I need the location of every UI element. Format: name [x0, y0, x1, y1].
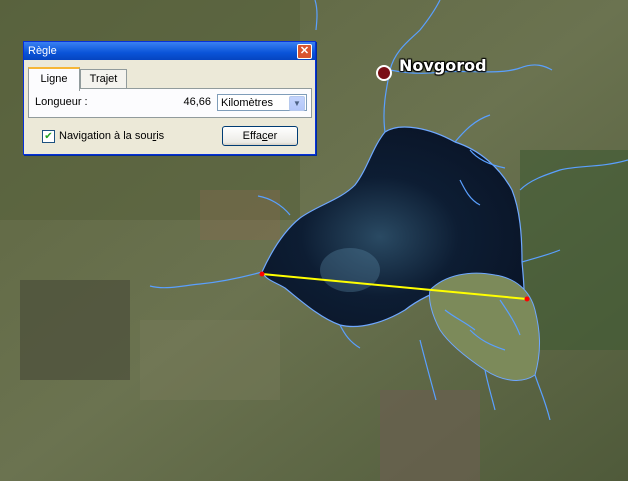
- lake-haze: [320, 248, 380, 292]
- chevron-down-icon[interactable]: ▼: [289, 96, 305, 111]
- unit-select-value: Kilomètres: [221, 97, 273, 109]
- length-label: Longueur :: [35, 96, 88, 108]
- terrain-patch: [140, 320, 280, 400]
- ruler-start-point[interactable]: [259, 271, 265, 277]
- unit-select[interactable]: Kilomètres ▼: [217, 94, 307, 111]
- tab-trajet[interactable]: Trajet: [80, 69, 127, 89]
- close-icon[interactable]: ✕: [297, 44, 312, 59]
- terrain-patch: [380, 390, 480, 481]
- length-value: 46,66: [183, 96, 211, 108]
- tab-ligne[interactable]: Ligne: [28, 67, 80, 91]
- mouse-navigation-checkbox[interactable]: ✔: [42, 130, 55, 143]
- check-icon: ✔: [44, 131, 53, 142]
- terrain-patch: [20, 280, 130, 380]
- dialog-title: Règle: [28, 45, 57, 57]
- clear-button[interactable]: Effacer: [222, 126, 298, 146]
- ruler-dialog: Règle ✕ Ligne Trajet Longueur : 46,66 Ki…: [23, 41, 316, 155]
- terrain-patch: [200, 190, 280, 240]
- dialog-titlebar[interactable]: Règle ✕: [24, 42, 315, 60]
- city-marker-icon[interactable]: [376, 65, 392, 81]
- mouse-navigation-label[interactable]: Navigation à la souris: [59, 130, 164, 142]
- ligne-panel: Longueur : 46,66 Kilomètres ▼: [28, 88, 312, 118]
- city-label[interactable]: Novgorod: [399, 56, 487, 75]
- ruler-end-point[interactable]: [524, 296, 530, 302]
